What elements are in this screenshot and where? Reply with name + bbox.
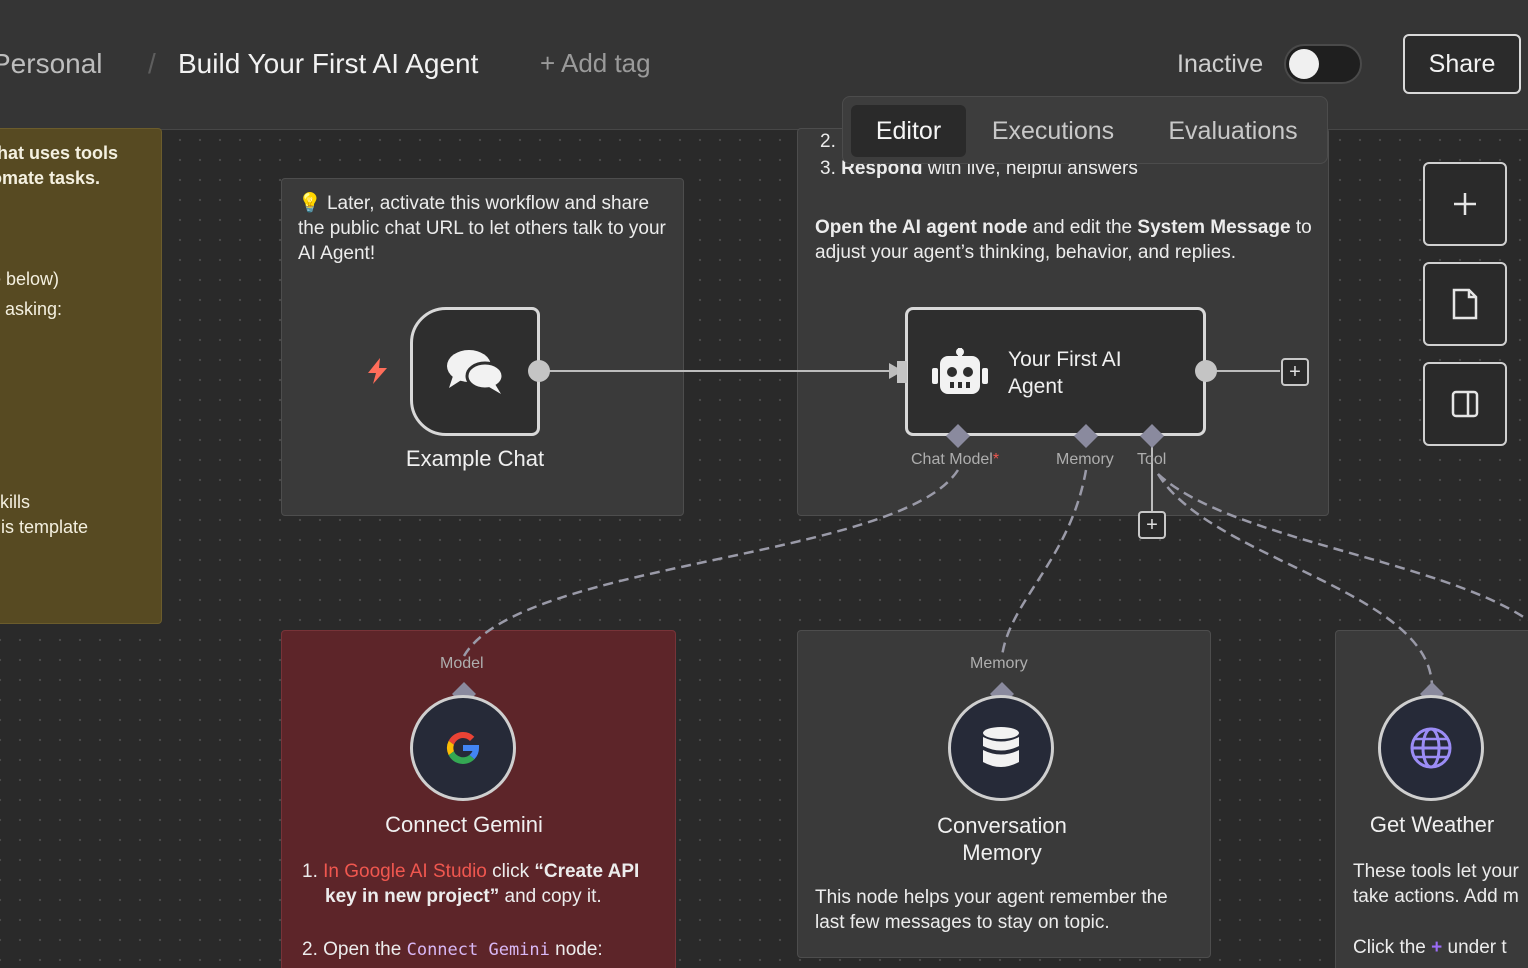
sticky-note-icon — [1452, 288, 1478, 320]
port-label-text: Chat Model — [911, 451, 993, 468]
node-example-chat[interactable] — [410, 307, 540, 436]
add-tool-button[interactable]: + — [1138, 511, 1166, 539]
node-conversation-memory[interactable] — [948, 695, 1054, 801]
connection-tool-weather — [1156, 473, 1434, 687]
node-label-conversation-memory: Conversation Memory — [900, 812, 1104, 866]
port-label-model: Model — [440, 655, 484, 672]
add-sticky-note-button[interactable] — [1423, 262, 1507, 346]
database-icon — [983, 727, 1019, 767]
output-port[interactable] — [527, 359, 551, 383]
node-connect-gemini[interactable] — [410, 695, 516, 801]
plus-icon: + — [1146, 513, 1158, 536]
robot-icon — [932, 348, 988, 394]
add-node-panel-button[interactable] — [1423, 162, 1507, 246]
port-label-memory-input: Memory — [970, 655, 1028, 672]
node-label-get-weather: Get Weather — [1369, 812, 1495, 837]
required-mark: * — [992, 451, 1000, 468]
port-label-memory: Memory — [1056, 451, 1114, 468]
chat-bubbles-icon — [447, 349, 505, 394]
view-tabs: Editor Executions Evaluations — [842, 96, 1328, 164]
connection-memory — [1000, 469, 1088, 657]
plus-icon: + — [1289, 360, 1301, 383]
tab-editor[interactable]: Editor — [851, 105, 966, 157]
node-label-line: Memory — [962, 840, 1042, 865]
panel-icon — [1451, 390, 1479, 418]
node-label-line: Your First AI — [1008, 348, 1122, 371]
toggle-panel-button[interactable] — [1423, 362, 1507, 446]
globe-icon — [1410, 727, 1452, 769]
node-label-line: Agent — [1008, 375, 1063, 398]
node-label-ai-agent: Your First AI Agent — [1008, 346, 1122, 400]
input-port[interactable] — [895, 361, 909, 383]
output-port[interactable] — [1194, 359, 1218, 383]
memory-port[interactable] — [1074, 424, 1098, 448]
node-label-connect-gemini: Connect Gemini — [385, 812, 543, 837]
port-label-tool: Tool — [1137, 451, 1167, 468]
chat-model-port[interactable] — [946, 424, 970, 448]
tool-port[interactable] — [1140, 424, 1164, 448]
node-ai-agent[interactable]: Your First AI Agent — [905, 307, 1206, 436]
plus-icon — [1454, 193, 1476, 215]
node-label-line: Conversation — [937, 813, 1067, 838]
tab-evaluations[interactable]: Evaluations — [1145, 105, 1321, 157]
google-icon — [446, 732, 479, 764]
tab-executions[interactable]: Executions — [973, 105, 1133, 157]
add-node-button[interactable]: + — [1281, 358, 1309, 386]
connection-model — [462, 469, 960, 657]
connection-tool-offscreen — [1157, 473, 1528, 622]
node-get-weather[interactable] — [1378, 695, 1484, 801]
port-label-chat-model: Chat Model* — [911, 451, 999, 469]
node-label-example-chat: Example Chat — [405, 446, 545, 471]
lightning-icon — [368, 358, 387, 384]
